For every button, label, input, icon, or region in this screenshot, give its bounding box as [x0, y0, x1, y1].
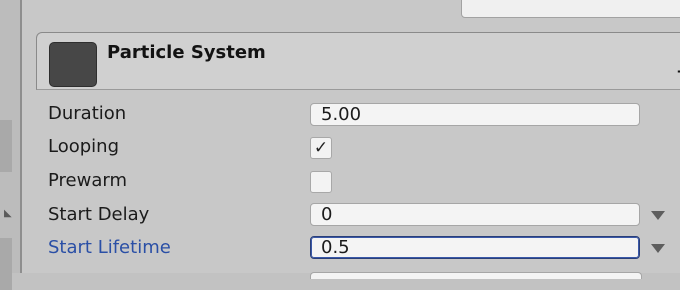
checkmark-icon: ✓	[313, 138, 329, 158]
gutter-handle[interactable]	[0, 120, 12, 172]
triangle-down-icon[interactable]	[651, 211, 665, 220]
left-gutter: ◣	[0, 0, 22, 290]
property-label-looping: Looping	[48, 136, 119, 157]
top-field[interactable]	[461, 0, 680, 18]
next-field-edge	[310, 272, 642, 279]
inspector-panel: Particle System + Duration 5.00 Looping …	[22, 30, 680, 279]
module-title: Particle System	[107, 42, 266, 63]
plus-icon[interactable]: +	[676, 63, 680, 81]
module-header[interactable]: Particle System +	[36, 32, 680, 90]
start-lifetime-field[interactable]: 0.5	[310, 236, 640, 259]
property-label-duration: Duration	[48, 103, 127, 124]
property-label-prewarm: Prewarm	[48, 170, 127, 191]
property-label-start-delay: Start Delay	[48, 204, 150, 225]
particle-system-icon	[49, 42, 97, 87]
gutter-handle-lower[interactable]	[0, 238, 12, 290]
property-label-start-lifetime: Start Lifetime	[48, 237, 171, 258]
triangle-down-icon[interactable]	[651, 244, 665, 253]
prewarm-checkbox[interactable]	[310, 171, 332, 193]
start-delay-field[interactable]: 0	[310, 203, 640, 226]
looping-checkbox[interactable]: ✓	[310, 137, 332, 159]
duration-field[interactable]: 5.00	[310, 103, 640, 126]
chevron-left-icon[interactable]: ◣	[4, 208, 12, 219]
top-strip	[22, 0, 680, 30]
